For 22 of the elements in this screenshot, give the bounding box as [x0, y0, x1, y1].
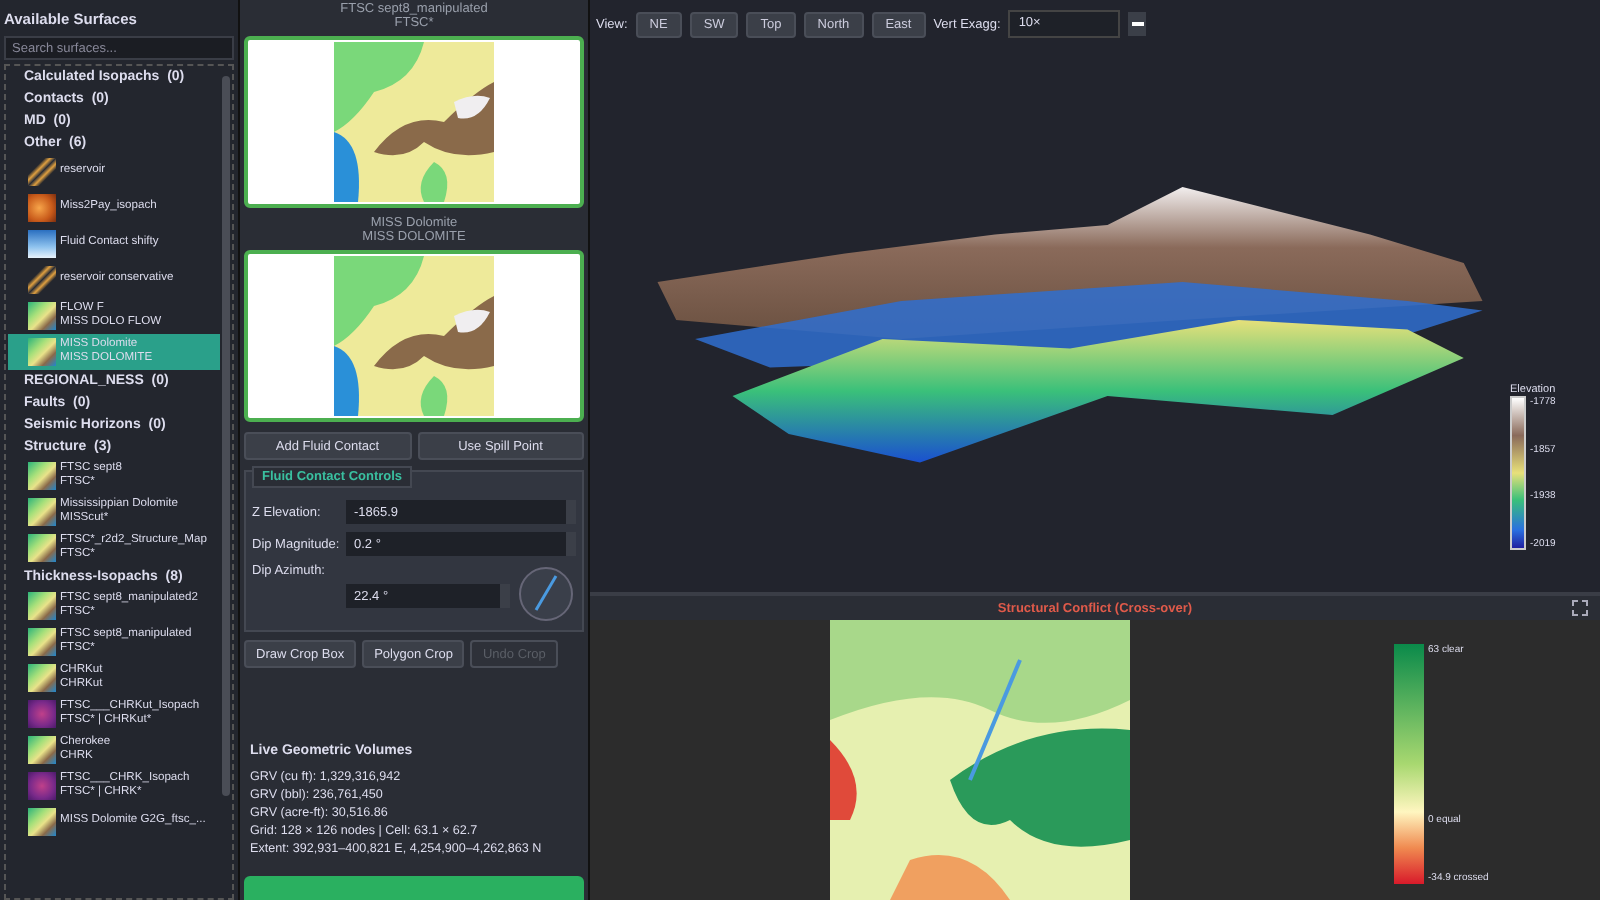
surface-thumbnail-icon — [28, 266, 56, 294]
surface-thumbnail-icon — [28, 338, 56, 366]
surface-thumbnail-icon — [28, 158, 56, 186]
surface-thumbnail-icon — [28, 736, 56, 764]
surface-thumbnail-icon — [28, 700, 56, 728]
expand-icon[interactable] — [1572, 600, 1588, 616]
map-preview-card[interactable] — [244, 36, 584, 208]
surface-thumbnail-icon — [28, 628, 56, 656]
minus-button[interactable] — [1128, 12, 1147, 36]
surface-thumbnail-icon — [28, 302, 56, 330]
surface-thumbnail-icon — [28, 808, 56, 836]
surface-thumbnail-icon — [28, 194, 56, 222]
surface-thumbnail-icon — [28, 498, 56, 526]
surface-thumbnail-icon — [28, 462, 56, 490]
scrollbar[interactable] — [222, 76, 230, 796]
map-preview-card[interactable] — [244, 250, 584, 422]
surface-thumbnail-icon — [28, 664, 56, 692]
surface-thumbnail-icon — [28, 534, 56, 562]
surface-thumbnail-icon — [28, 592, 56, 620]
compass-dial-icon[interactable] — [516, 564, 576, 624]
surface-thumbnail-icon — [28, 230, 56, 258]
surface-thumbnail-icon — [28, 772, 56, 800]
